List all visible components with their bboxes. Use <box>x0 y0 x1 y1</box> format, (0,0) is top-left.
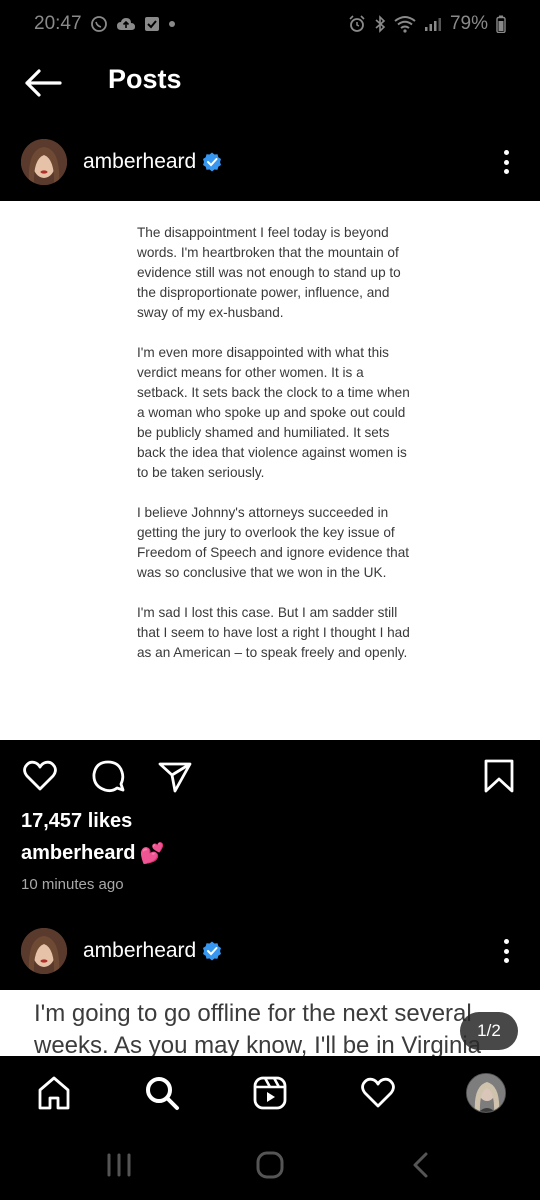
more-vertical-icon <box>503 150 509 155</box>
avatar[interactable] <box>21 928 67 974</box>
statement-paragraph: I'm sad I lost this case. But I am sadde… <box>137 605 410 660</box>
carousel-page-counter: 1/2 <box>460 1012 518 1050</box>
check-box-icon <box>144 16 160 32</box>
search-icon <box>146 1077 179 1110</box>
back-system-button[interactable] <box>404 1148 438 1182</box>
recent-apps-button[interactable] <box>102 1148 136 1182</box>
post-header: amberheard <box>0 921 540 981</box>
home-icon <box>38 1076 70 1110</box>
more-options-button[interactable] <box>496 147 516 177</box>
heart-icon <box>23 760 57 791</box>
post-timestamp: 10 minutes ago <box>21 876 124 893</box>
statement-paragraph: I believe Johnny's attorneys succeeded i… <box>137 505 410 580</box>
caption-username[interactable]: amberheard <box>21 842 136 865</box>
statement-paragraph: I'm even more disappointed with what thi… <box>137 345 410 480</box>
like-button[interactable] <box>22 758 58 794</box>
bluetooth-icon <box>374 15 386 33</box>
back-button[interactable] <box>24 66 62 100</box>
post-statement-text: I'm going to go offline for the next sev… <box>34 1000 482 1056</box>
more-vertical-icon <box>503 939 509 944</box>
cloud-upload-icon <box>116 16 136 32</box>
verified-badge-icon <box>202 152 222 172</box>
more-options-button[interactable] <box>496 936 516 966</box>
nav-search-button[interactable] <box>143 1074 181 1112</box>
post-image[interactable]: The disappointment I feel today is beyon… <box>0 201 540 740</box>
back-arrow-icon <box>25 69 62 97</box>
post-image[interactable]: I'm going to go offline for the next sev… <box>0 990 540 1056</box>
post-statement-text: The disappointment I feel today is beyon… <box>137 223 412 683</box>
system-navigation-bar <box>0 1128 540 1200</box>
share-button[interactable] <box>157 758 193 794</box>
battery-percent: 79% <box>449 13 488 34</box>
nav-reels-button[interactable] <box>251 1074 289 1112</box>
status-time: 20:47 <box>34 13 82 34</box>
post-username[interactable]: amberheard <box>83 939 196 963</box>
home-system-icon <box>256 1151 284 1179</box>
post-actions <box>0 752 540 798</box>
statement-paragraph: The disappointment I feel today is beyon… <box>137 225 401 320</box>
comment-button[interactable] <box>90 758 126 794</box>
heart-icon <box>361 1077 395 1108</box>
battery-icon <box>496 15 506 33</box>
nav-profile-button[interactable] <box>466 1073 506 1113</box>
nav-home-button[interactable] <box>35 1074 73 1112</box>
avatar[interactable] <box>21 139 67 185</box>
status-bar: 20:47 79% <box>0 0 540 48</box>
caption-emoji: 💕 <box>139 843 165 865</box>
bottom-navigation <box>0 1056 540 1128</box>
nav-activity-button[interactable] <box>359 1074 397 1112</box>
page-title: Posts <box>108 64 182 94</box>
bookmark-icon <box>484 759 514 793</box>
likes-count[interactable]: 17,457 likes <box>21 810 132 833</box>
save-button[interactable] <box>481 758 517 794</box>
verified-badge-icon <box>202 941 222 961</box>
reels-icon <box>253 1076 287 1110</box>
back-system-icon <box>413 1152 428 1178</box>
send-icon <box>158 762 192 793</box>
profile-avatar <box>467 1074 505 1112</box>
post-header: amberheard <box>0 132 540 192</box>
comment-icon <box>92 760 125 793</box>
post-username[interactable]: amberheard <box>83 150 196 174</box>
dot-icon <box>168 20 176 28</box>
caption: amberheard 💕 <box>21 841 164 866</box>
app-header: Posts <box>0 48 540 118</box>
alarm-icon <box>348 15 366 33</box>
whatsapp-icon <box>90 15 108 33</box>
recent-apps-icon <box>107 1153 131 1177</box>
wifi-icon <box>394 15 416 33</box>
home-system-button[interactable] <box>253 1148 287 1182</box>
signal-icon <box>424 16 442 32</box>
